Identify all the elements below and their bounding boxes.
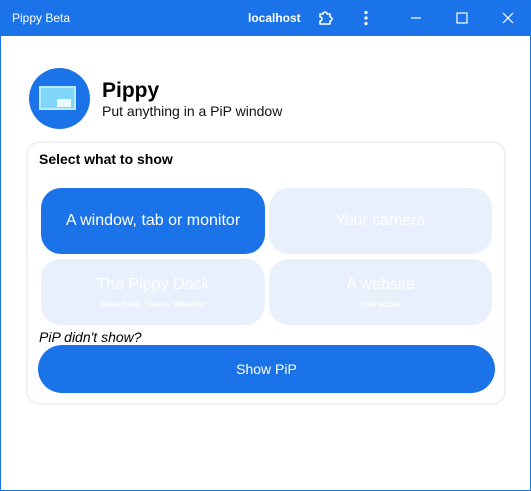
option-pippy-dock[interactable]: The Pippy Dock Searchbar, News, Weather xyxy=(41,259,265,325)
pip-app-icon xyxy=(29,68,90,129)
option-camera[interactable]: Your camera xyxy=(269,188,492,254)
host-label: localhost xyxy=(248,11,301,25)
show-pip-button[interactable]: Show PiP xyxy=(38,345,495,393)
option-label: A website xyxy=(346,276,415,293)
minimize-icon[interactable] xyxy=(404,6,428,30)
app-window: Pippy Beta localhost Pippy Put anything … xyxy=(0,0,531,491)
option-sublabel: Interactive xyxy=(359,299,402,309)
option-label: Your camera xyxy=(335,212,426,229)
extension-icon[interactable] xyxy=(314,6,338,30)
pip-shape xyxy=(57,99,71,107)
app-name: Pippy xyxy=(102,79,160,102)
maximize-icon[interactable] xyxy=(450,6,474,30)
option-window-tab-monitor[interactable]: A window, tab or monitor xyxy=(41,188,265,254)
option-label: A window, tab or monitor xyxy=(65,212,241,229)
option-website[interactable]: A website Interactive xyxy=(269,259,492,325)
close-icon[interactable] xyxy=(496,6,520,30)
pip-hint-link[interactable]: PiP didn't show? xyxy=(39,329,142,345)
option-sublabel: Searchbar, News, Weather xyxy=(99,299,207,309)
title-bar: Pippy Beta localhost xyxy=(1,1,530,36)
more-vert-icon[interactable] xyxy=(354,6,378,30)
app-tagline: Put anything in a PiP window xyxy=(102,103,283,119)
panel-title: Select what to show xyxy=(39,151,173,167)
window-title: Pippy Beta xyxy=(12,11,71,25)
option-label: The Pippy Dock xyxy=(96,276,210,293)
